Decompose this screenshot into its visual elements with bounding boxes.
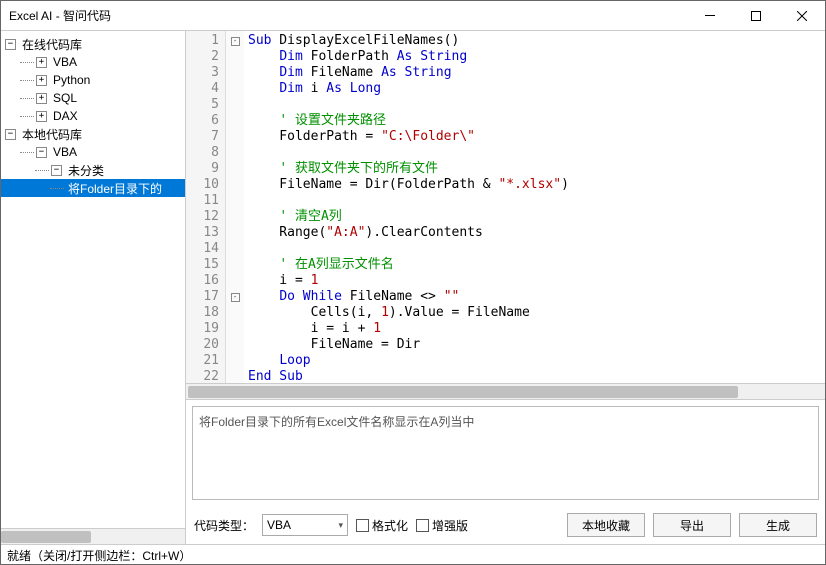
- main-area: −在线代码库+VBA+Python+SQL+DAX−本地代码库−VBA−未分类将…: [1, 31, 825, 544]
- minimize-button[interactable]: [687, 1, 733, 31]
- tree-item[interactable]: + DAX: [1, 107, 185, 125]
- enhanced-checkbox[interactable]: 增强版: [416, 517, 468, 534]
- description-box[interactable]: 将Folder目录下的所有Excel文件名称显示在A列当中: [192, 406, 819, 500]
- line-gutter: 12345678910111213141516171819202122: [186, 31, 226, 383]
- tree-label: SQL: [51, 91, 79, 105]
- app-window: Excel AI - 智问代码 −在线代码库+VBA+Python+SQL+DA…: [0, 0, 826, 565]
- tree-item[interactable]: + SQL: [1, 89, 185, 107]
- tree-toggle-icon[interactable]: +: [36, 111, 47, 122]
- tree-label: 未分类: [66, 162, 106, 179]
- tree-item[interactable]: + VBA: [1, 53, 185, 71]
- tree-toggle-icon[interactable]: +: [36, 75, 47, 86]
- fold-toggle-icon[interactable]: -: [231, 37, 240, 46]
- toolbar: 代码类型： VBA ▾ 格式化 增强版 本地收藏 导出 生成: [186, 506, 825, 544]
- status-bar: 就绪（关闭/打开侧边栏：Ctrl+W）: [1, 544, 825, 564]
- tree-item[interactable]: 将Folder目录下的: [1, 179, 185, 197]
- titlebar: Excel AI - 智问代码: [1, 1, 825, 31]
- fold-gutter[interactable]: --: [226, 31, 244, 383]
- window-title: Excel AI - 智问代码: [9, 7, 111, 24]
- tree-item[interactable]: −VBA: [1, 143, 185, 161]
- tree-toggle-icon[interactable]: −: [5, 39, 16, 50]
- local-fav-button[interactable]: 本地收藏: [567, 513, 645, 537]
- close-button[interactable]: [779, 1, 825, 31]
- tree-label: VBA: [51, 145, 79, 159]
- tree-item[interactable]: −在线代码库: [1, 35, 185, 53]
- tree-toggle-icon[interactable]: −: [5, 129, 16, 140]
- tree-toggle-icon[interactable]: +: [36, 93, 47, 104]
- tree-label: DAX: [51, 109, 80, 123]
- tree-label: 在线代码库: [20, 36, 84, 53]
- code-editor[interactable]: 12345678910111213141516171819202122 -- S…: [186, 31, 825, 384]
- generate-button[interactable]: 生成: [739, 513, 817, 537]
- sidebar-scrollbar[interactable]: [1, 528, 185, 544]
- code-type-label: 代码类型：: [194, 517, 254, 534]
- tree-label: 本地代码库: [20, 126, 84, 143]
- editor-scrollbar[interactable]: [186, 384, 825, 400]
- code-tree[interactable]: −在线代码库+VBA+Python+SQL+DAX−本地代码库−VBA−未分类将…: [1, 31, 185, 528]
- scrollbar-thumb[interactable]: [1, 531, 91, 543]
- code-body[interactable]: Sub DisplayExcelFileNames() Dim FolderPa…: [244, 31, 825, 383]
- tree-item[interactable]: −本地代码库: [1, 125, 185, 143]
- chevron-down-icon: ▾: [338, 520, 343, 531]
- code-type-select[interactable]: VBA ▾: [262, 514, 348, 536]
- sidebar: −在线代码库+VBA+Python+SQL+DAX−本地代码库−VBA−未分类将…: [1, 31, 186, 544]
- window-buttons: [687, 1, 825, 31]
- export-button[interactable]: 导出: [653, 513, 731, 537]
- code-type-value: VBA: [267, 518, 291, 532]
- tree-label: Python: [51, 73, 92, 87]
- tree-label: 将Folder目录下的: [66, 180, 164, 197]
- content-area: 12345678910111213141516171819202122 -- S…: [186, 31, 825, 544]
- scrollbar-thumb[interactable]: [188, 386, 738, 398]
- fold-toggle-icon[interactable]: -: [231, 293, 240, 302]
- tree-item[interactable]: + Python: [1, 71, 185, 89]
- format-checkbox[interactable]: 格式化: [356, 517, 408, 534]
- tree-item[interactable]: −未分类: [1, 161, 185, 179]
- tree-label: VBA: [51, 55, 79, 69]
- tree-toggle-icon[interactable]: +: [36, 57, 47, 68]
- maximize-button[interactable]: [733, 1, 779, 31]
- tree-toggle-icon[interactable]: −: [36, 147, 47, 158]
- tree-toggle-icon[interactable]: −: [51, 165, 62, 176]
